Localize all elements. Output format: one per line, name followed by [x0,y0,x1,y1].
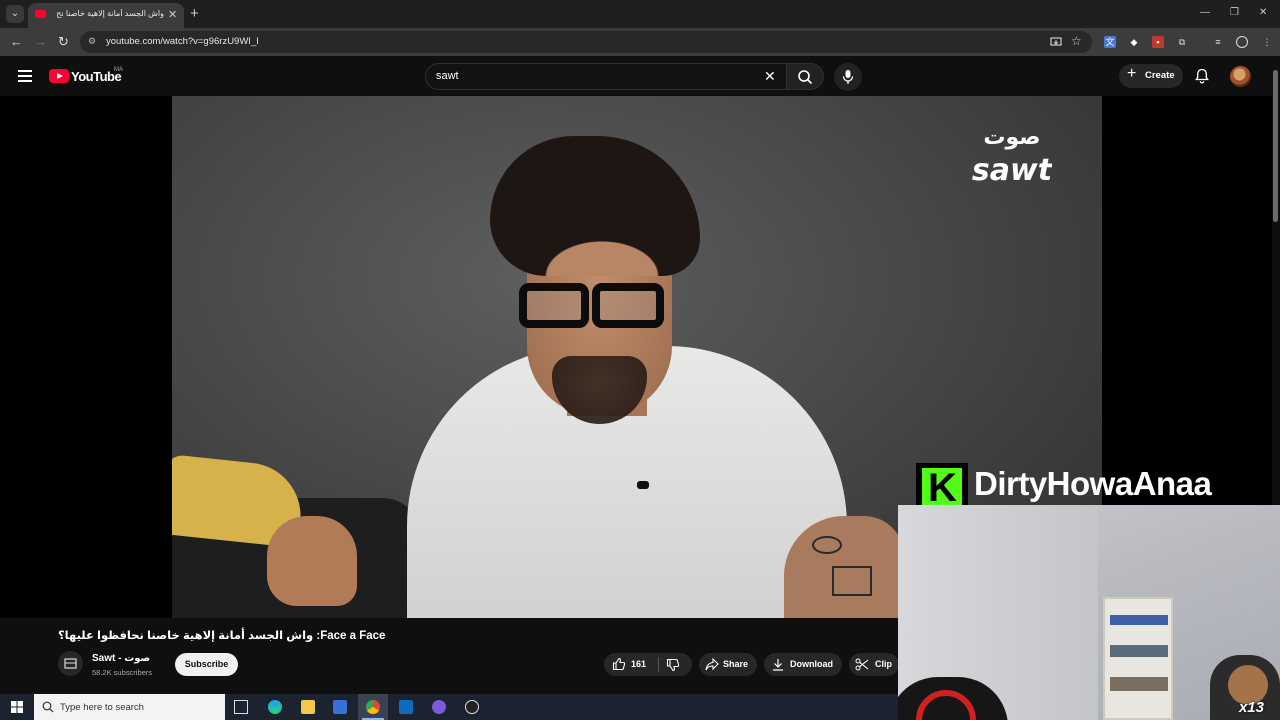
like-divider [658,657,659,672]
search-box[interactable]: sawt ✕ [425,63,787,90]
diamond-extension-icon[interactable]: ◆ [1128,36,1140,48]
create-label: Create [1145,70,1175,81]
like-dislike-group: 161 [604,653,692,676]
taskbar-search-box[interactable]: Type here to search [34,694,225,720]
tab-search-button[interactable]: ⌄ [6,5,24,23]
search-icon [798,70,813,85]
browser-tab-active[interactable]: واش الجسد أمانة إلاهية خاصنا نح ✕ [28,3,184,28]
voice-search-button[interactable] [834,63,862,91]
microphone-icon [842,70,854,84]
window-maximize-button[interactable]: ❐ [1230,7,1239,18]
install-app-icon[interactable] [1050,36,1062,48]
share-label: Share [723,659,749,669]
download-arrow-icon [773,659,783,671]
lapel-mic-shape [637,481,649,489]
edge-browser-icon[interactable] [268,700,282,714]
youtube-masthead: YouTube MA sawt ✕ + Create [0,56,1280,96]
scissors-icon [855,658,869,671]
download-button[interactable]: Download [764,653,842,676]
hand-shape [267,516,357,606]
page-scrollbar-thumb[interactable] [1273,70,1278,222]
user-avatar[interactable] [1230,66,1251,87]
search-input[interactable]: sawt [436,70,459,82]
webcam-overlay: x13 [898,505,1280,720]
microsoft-store-icon[interactable] [333,700,347,714]
windows-start-icon[interactable] [11,701,23,713]
create-button[interactable]: + Create [1119,64,1183,88]
media-controls-icon[interactable]: ≡ [1212,36,1224,48]
channel-name[interactable]: Sawt - صوت [92,653,150,664]
outlook-icon[interactable] [399,700,413,714]
reload-icon[interactable]: ↻ [58,34,69,50]
red-extension-icon[interactable]: ▪ [1152,36,1164,48]
taskbar-search-placeholder[interactable]: Type here to search [60,702,144,713]
extensions-puzzle-icon[interactable]: ⧉ [1176,36,1188,48]
streamer-name-banner: K DirtyHowaAnaa [916,461,1280,513]
plus-icon: + [1127,65,1137,82]
tab-close-icon[interactable]: ✕ [168,8,177,21]
windows-taskbar: Type here to search [0,694,898,720]
browser-tab-strip: ⌄ واش الجسد أمانة إلاهية خاصنا نح ✕ + — … [0,0,1280,28]
webcam-shelf-clothes-1 [1110,615,1168,625]
subscribe-button[interactable]: Subscribe [175,653,238,676]
glasses-left-lens [519,283,589,328]
clear-search-icon[interactable]: ✕ [764,68,776,85]
clip-button[interactable]: Clip [849,653,899,676]
webcam-shelf-clothes-2 [1110,645,1168,657]
like-thumb-up-icon[interactable] [612,657,626,671]
hamburger-menu-icon[interactable] [18,70,32,82]
share-button[interactable]: Share [699,653,757,676]
webcam-shelf-clothes-3 [1110,677,1168,691]
svg-text:sawt: sawt [972,153,1052,188]
bookmark-star-icon[interactable]: ☆ [1071,34,1082,48]
channel-avatar[interactable] [58,651,83,676]
forehead-shape [537,236,667,276]
chrome-icon [366,700,380,714]
glasses-right-lens [592,283,664,328]
streamer-name: DirtyHowaAnaa [974,465,1212,502]
like-count[interactable]: 161 [631,659,646,669]
sawt-watermark-logo: صوت sawt [972,125,1052,188]
country-code: MA [114,67,123,73]
subscriber-count: 58.2K subscribers [92,668,153,677]
obs-icon[interactable] [465,700,479,714]
address-bar[interactable]: ⚙ youtube.com/watch?v=g96rzU9WI_I ☆ [80,31,1092,53]
window-minimize-button[interactable]: — [1200,7,1210,18]
window-close-button[interactable]: ✕ [1259,7,1267,18]
task-view-icon[interactable] [234,700,248,714]
profile-icon[interactable] [1236,36,1248,48]
eye-tattoo-shape [812,536,842,554]
site-info-icon[interactable]: ⚙ [88,36,99,47]
chrome-taskbar-active[interactable] [358,694,388,720]
url-text[interactable]: youtube.com/watch?v=g96rzU9WI_I [106,36,259,47]
share-arrow-icon [705,658,719,671]
clip-label: Clip [875,659,892,669]
messenger-icon[interactable] [432,700,446,714]
notifications-bell-icon[interactable] [1195,68,1209,84]
search-button[interactable] [786,63,824,90]
tab-title: واش الجسد أمانة إلاهية خاصنا نح [56,9,164,18]
forward-arrow-icon[interactable]: → [34,34,47,49]
browser-menu-icon[interactable]: ⋮ [1261,36,1273,48]
download-label: Download [790,659,833,669]
sawt-channel-logo-icon [64,658,77,669]
video-title: Face a Face: واش الجسد أمانة إلاهية خاصن… [58,630,386,642]
file-explorer-icon[interactable] [301,700,315,714]
back-arrow-icon[interactable]: ← [10,34,23,49]
taskbar-search-icon [42,701,54,713]
translate-extension-icon[interactable]: 文 [1104,36,1116,48]
browser-toolbar: ← → ↻ ⚙ youtube.com/watch?v=g96rzU9WI_I … [0,28,1280,56]
svg-text:صوت: صوت [983,125,1040,150]
webcam-multiplier-badge: x13 [1238,699,1264,716]
hexagon-tattoo-shape [832,566,872,596]
youtube-logo-icon[interactable] [49,69,69,83]
youtube-favicon-icon [35,10,46,18]
dislike-thumb-down-icon[interactable] [666,658,680,672]
new-tab-button[interactable]: + [190,5,199,22]
